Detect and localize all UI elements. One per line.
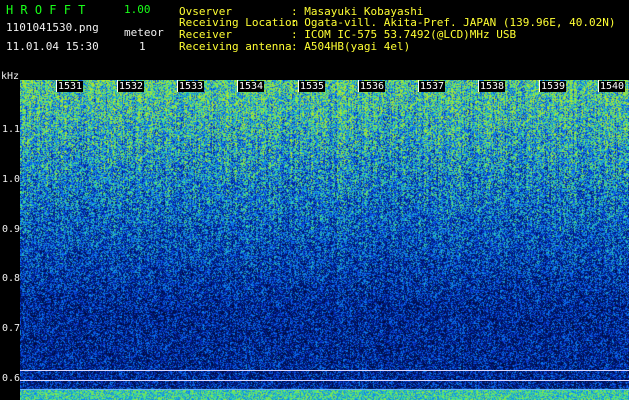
- x-tick: 1534: [238, 81, 265, 92]
- y-tick: 0.7: [2, 323, 21, 334]
- spectrogram-canvas: [20, 80, 629, 400]
- y-tick: 0.9: [2, 224, 21, 235]
- reference-line: [20, 370, 629, 371]
- info-key: Receiver: [179, 28, 232, 41]
- version-label: 1.00: [124, 3, 151, 16]
- app-title: HROFFT: [6, 3, 93, 17]
- info-value: : A504HB(yagi 4el): [291, 40, 411, 53]
- y-tick: 1.1: [2, 124, 21, 135]
- x-tick: 1532: [118, 81, 145, 92]
- x-tick: 1540: [599, 81, 626, 92]
- info-value: : Ogata-vill. Akita-Pref. JAPAN (139.96E…: [291, 16, 616, 29]
- reference-line: [20, 389, 629, 390]
- info-value: : ICOM IC-575 53.7492(@LCD)MHz USB: [291, 28, 517, 41]
- x-tick: 1539: [540, 81, 567, 92]
- filename-label: 1101041530.png: [6, 21, 99, 34]
- y-axis-unit: kHz: [1, 71, 20, 82]
- y-tick: 1.0: [2, 174, 21, 185]
- x-tick: 1531: [57, 81, 84, 92]
- hrofft-window: HROFFT 1.00 1101041530.png meteor 11.01.…: [0, 0, 629, 400]
- reference-line: [20, 380, 629, 381]
- x-tick: 1537: [419, 81, 446, 92]
- x-tick: 1538: [479, 81, 506, 92]
- meteor-label: meteor: [124, 26, 164, 39]
- y-tick: 0.6: [2, 373, 21, 384]
- meteor-count: 1: [139, 40, 146, 53]
- x-tick: 1535: [299, 81, 326, 92]
- y-tick: 0.8: [2, 273, 21, 284]
- info-key: Receiving antenna: [179, 40, 292, 53]
- x-tick: 1533: [178, 81, 205, 92]
- spectrogram-area: [20, 80, 629, 400]
- x-tick: 1536: [359, 81, 386, 92]
- datetime-label: 11.01.04 15:30: [6, 40, 99, 53]
- info-key: Receiving Location: [179, 16, 299, 29]
